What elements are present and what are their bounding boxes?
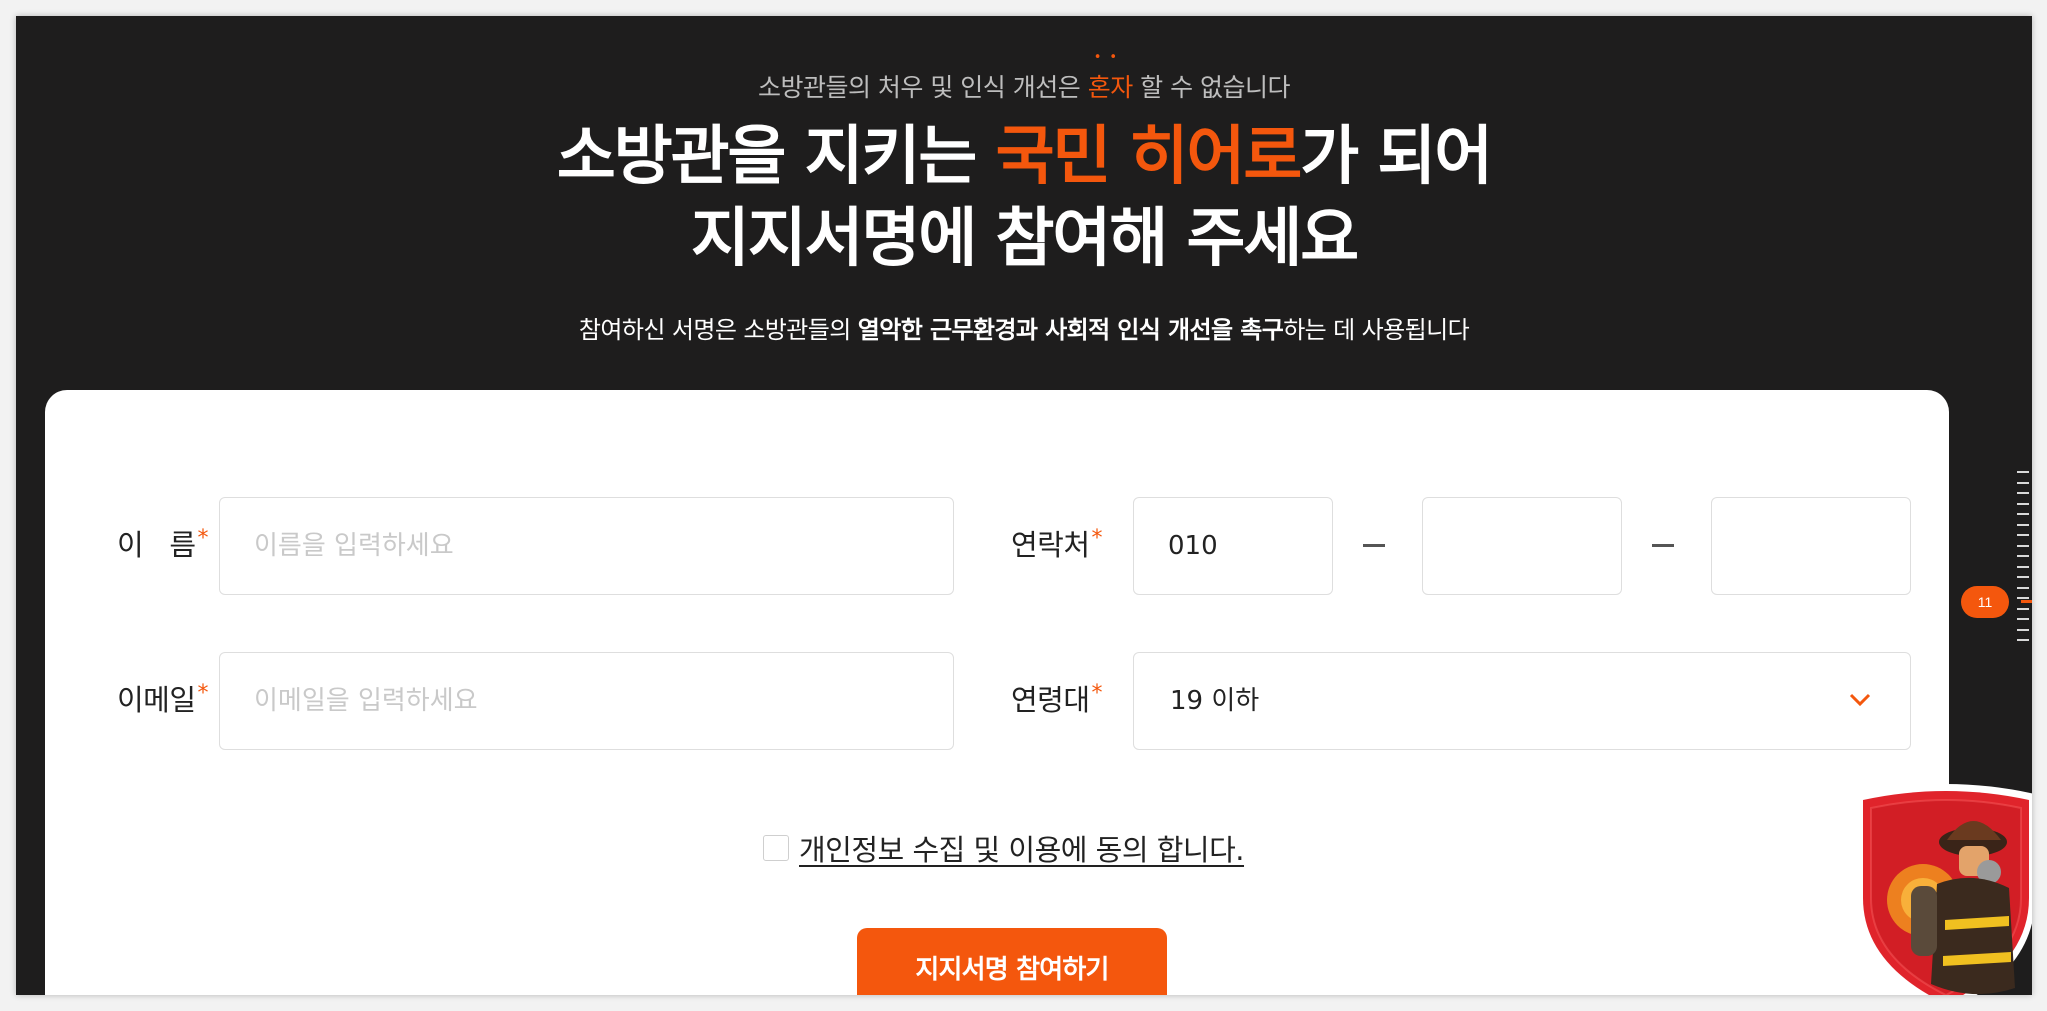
age-label-text: 연령대 [1011,683,1090,717]
scroll-ruler-tick [2017,471,2029,473]
name-input[interactable] [219,497,954,595]
phone-prefix-input[interactable] [1133,497,1333,595]
required-mark: * [197,526,209,551]
scroll-ruler-tick [2017,492,2029,494]
hero-eyebrow: 소방관들의 처우 및 인식 개선은 혼자 할 수 없습니다 [16,68,2032,104]
phone-last-input[interactable] [1711,497,1911,595]
page-frame: 소방관들의 처우 및 인식 개선은 혼자 할 수 없습니다 소방관을 지키는 국… [16,16,2032,995]
description-text: 참여하신 서명은 소방관들의 [578,316,858,344]
phone-middle-input[interactable] [1422,497,1622,595]
scroll-ruler-tick [2017,481,2029,484]
scroll-ruler-tick [2017,618,2029,620]
required-mark: * [1091,526,1103,551]
scroll-ruler-tick [2017,639,2029,641]
chevron-down-icon [1849,693,1871,707]
scroll-ruler-tick [2017,597,2029,599]
scroll-ruler-tick [2017,576,2029,578]
email-input[interactable] [219,652,954,750]
scroll-progress-ruler[interactable] [2009,471,2029,651]
title-text: 소방관을 지키는 [556,120,996,194]
phone-label: 연락처* [1011,522,1103,564]
signature-form: 이 름* 연락처* 이메일* 연령대* 19 이하 개인정보 수집 및 이용에 [45,390,1949,995]
scroll-ruler-tick [2017,555,2029,557]
email-label-text: 이메일 [117,683,196,717]
description-bold: 열악한 근무환경과 사회적 인식 개선을 촉구 [857,316,1284,344]
phone-label-text: 연락처 [1011,528,1090,562]
scroll-ruler-tick [2017,544,2029,547]
eyebrow-text-end: 할 수 없습니다 [1132,73,1291,102]
scroll-ruler-tick [2017,502,2029,505]
scroll-position-marker [2021,600,2032,603]
eyebrow-text: 소방관들의 처우 및 인식 개선은 [757,73,1088,102]
submit-signature-button[interactable]: 지지서명 참여하기 [857,928,1167,995]
scroll-ruler-tick [2017,565,2029,568]
scroll-ruler-tick [2017,586,2029,589]
scroll-ruler-tick [2017,513,2029,515]
age-selected-value: 19 이하 [1170,686,1260,716]
scroll-ruler-tick [2017,534,2029,536]
consent-checkbox[interactable] [763,835,789,861]
title-line-1: 소방관을 지키는 국민 히어로가 되어 [16,116,2032,198]
name-label-text: 이 름 [117,528,196,562]
consent-label[interactable]: 개인정보 수집 및 이용에 동의 합니다. [799,827,1245,869]
required-mark: * [1091,681,1103,706]
eyebrow-accent: 혼자 [1088,73,1134,102]
scroll-ruler-tick [2017,523,2029,526]
hero-description: 참여하신 서명은 소방관들의 열악한 근무환경과 사회적 인식 개선을 촉구하는… [16,310,2032,345]
phone-separator [1652,544,1674,547]
scroll-ruler-tick [2017,607,2029,610]
description-text-end: 하는 데 사용됩니다 [1283,316,1470,344]
age-select[interactable]: 19 이하 [1133,652,1911,750]
title-line-2: 지지서명에 참여해 주세요 [690,202,1359,276]
scroll-ruler-tick [2017,628,2029,631]
age-label: 연령대* [1011,677,1103,719]
title-text-end: 가 되어 [1300,120,1493,194]
title-accent: 국민 히어로 [995,120,1303,194]
required-mark: * [197,681,209,706]
phone-separator [1363,544,1385,547]
page-title: 소방관을 지키는 국민 히어로가 되어 지지서명에 참여해 주세요 [16,116,2032,280]
scroll-page-badge[interactable]: 11 [1961,586,2009,618]
consent-row[interactable]: 개인정보 수집 및 이용에 동의 합니다. [763,827,1245,869]
name-label: 이 름* [117,522,208,564]
firefighter-shield-icon[interactable] [1851,780,2032,995]
email-label: 이메일* [117,677,209,719]
